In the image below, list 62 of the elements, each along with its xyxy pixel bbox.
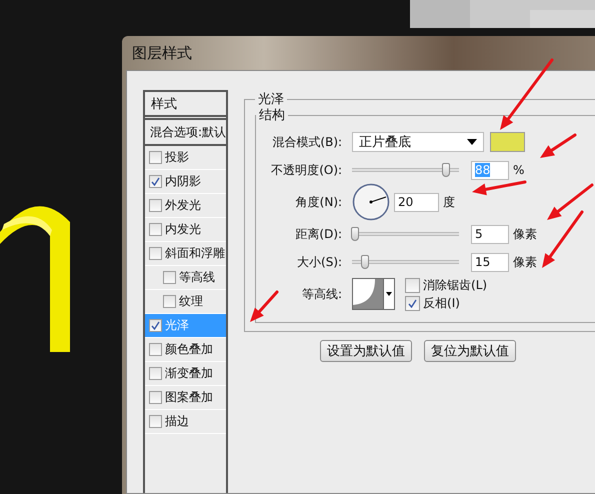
caret-icon (386, 292, 392, 296)
style-list-item[interactable]: 等高线 (145, 266, 226, 290)
style-list-item[interactable]: 描边 (145, 410, 226, 434)
check-icon (408, 298, 418, 308)
angle-dial-icon[interactable] (352, 183, 390, 221)
number-field[interactable]: 5 (471, 224, 510, 244)
checkbox-label: 消除锯齿(L) (423, 276, 488, 294)
style-list-item[interactable]: 斜面和浮雕 (145, 242, 226, 266)
checkbox[interactable] (149, 151, 162, 164)
checkbox[interactable] (149, 247, 162, 260)
caret-icon (467, 139, 478, 145)
blend-mode-dropdown[interactable]: 正片叠底 (352, 132, 484, 152)
field-label: 大小(S): (296, 254, 344, 270)
check-icon (151, 321, 160, 330)
field-label: 距离(D): (294, 226, 344, 242)
checkbox[interactable] (149, 415, 162, 428)
unit-label: % (513, 163, 524, 177)
annotation-arrow (500, 58, 554, 130)
field-label: 等高线: (301, 286, 344, 302)
number-field[interactable]: 15 (471, 252, 510, 272)
panel-header: 样式 (151, 96, 177, 112)
annotation-arrow (472, 180, 526, 196)
annotation-arrow (250, 290, 278, 322)
slider-thumb[interactable] (360, 255, 369, 269)
checkbox[interactable] (149, 343, 162, 356)
checkbox[interactable] (405, 278, 420, 292)
unit-label: 像素 (513, 226, 538, 242)
contour-picker[interactable] (352, 278, 396, 310)
style-list-item[interactable]: 渐变叠加 (145, 362, 226, 386)
group-title: 结构 (258, 107, 286, 124)
slider-thumb[interactable] (442, 163, 450, 177)
unit-label: 像素 (513, 254, 538, 270)
style-list-item[interactable]: 图案叠加 (145, 386, 226, 410)
field-label: 角度(N): (294, 194, 344, 210)
group-title: 光泽 (257, 91, 286, 108)
checkbox[interactable] (149, 199, 162, 212)
field-label: 不透明度(O): (270, 162, 344, 178)
checkbox[interactable] (149, 223, 162, 236)
field-label: 混合模式(B): (271, 134, 344, 150)
color-swatch[interactable] (490, 132, 526, 152)
default-button[interactable]: 设置为默认值 (320, 340, 412, 362)
number-field[interactable]: 20 (394, 192, 440, 212)
style-list-item[interactable]: 内阴影 (145, 170, 226, 194)
slider-thumb[interactable] (351, 227, 360, 241)
check-icon (151, 177, 160, 186)
checkbox-label: 反相(I) (423, 294, 460, 312)
style-list-item[interactable]: 外发光 (145, 194, 226, 218)
blending-options-item[interactable]: 混合选项:默认 (145, 120, 226, 146)
annotation-arrow (540, 134, 576, 158)
window-title: 图层样式 (132, 44, 192, 62)
style-list-item[interactable]: 投影 (145, 146, 226, 170)
checkbox[interactable] (163, 271, 176, 284)
style-list-item[interactable]: 内发光 (145, 218, 226, 242)
checkbox[interactable] (149, 391, 162, 404)
checkbox[interactable] (163, 295, 176, 308)
unit-label: 度 (443, 194, 456, 210)
checkbox[interactable] (149, 367, 162, 380)
checkbox[interactable] (405, 296, 420, 310)
default-button[interactable]: 复位为默认值 (424, 340, 516, 362)
checkbox[interactable] (149, 319, 162, 332)
checkbox[interactable] (149, 175, 162, 188)
style-list-item[interactable]: 颜色叠加 (145, 338, 226, 362)
